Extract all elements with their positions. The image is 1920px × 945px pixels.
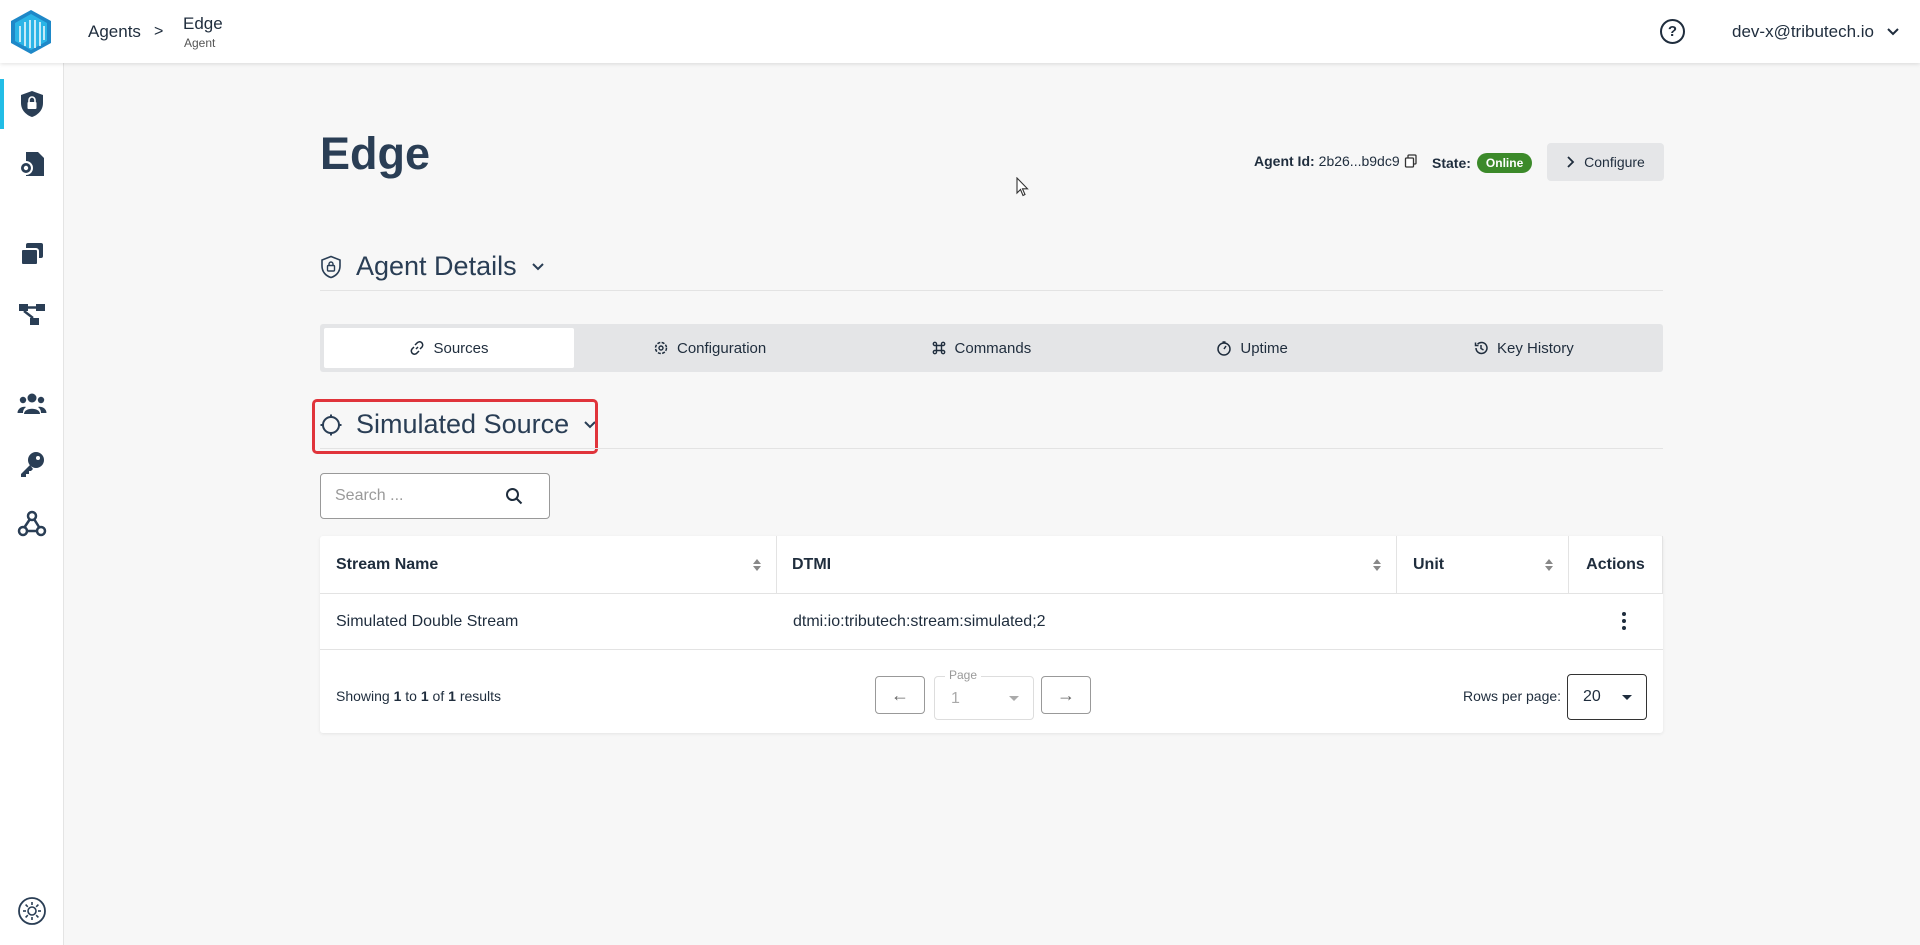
- chevron-down-icon: [531, 262, 544, 270]
- sidebar-item-documents[interactable]: [0, 139, 64, 189]
- column-label: Actions: [1586, 555, 1645, 573]
- sort-icon[interactable]: [752, 558, 762, 572]
- tab-label: Configuration: [677, 339, 767, 357]
- top-bar: Agents > Edge Agent ? dev-x@tributech.io: [0, 0, 1920, 63]
- column-label: Stream Name: [336, 555, 439, 573]
- chevron-right-icon: [1567, 156, 1575, 168]
- breadcrumb-current-subtitle: Agent: [184, 36, 216, 50]
- status-badge: Online: [1476, 153, 1533, 173]
- breadcrumb-chevron-icon: >: [154, 23, 164, 40]
- sidebar-item-network[interactable]: [0, 289, 64, 339]
- agent-tabs: Sources Configuration Commands Uptime Ke…: [320, 324, 1663, 372]
- breadcrumb-agents[interactable]: Agents: [88, 22, 141, 42]
- agent-details-title: Agent Details: [356, 251, 517, 281]
- user-email: dev-x@tributech.io: [1732, 22, 1874, 41]
- cell-stream-name[interactable]: Simulated Double Stream: [336, 594, 518, 650]
- tab-uptime[interactable]: Uptime: [1117, 328, 1388, 368]
- tab-label: Commands: [954, 339, 1032, 357]
- users-icon: [17, 393, 47, 414]
- column-label: DTMI: [792, 555, 832, 573]
- page-select[interactable]: Page 1: [934, 668, 1034, 720]
- divider: [320, 290, 1663, 291]
- copy-icon[interactable]: [1404, 154, 1418, 168]
- configure-button[interactable]: Configure: [1547, 143, 1664, 181]
- sidebar: [0, 63, 64, 945]
- sort-icon[interactable]: [1372, 558, 1382, 572]
- search-box: [320, 473, 550, 519]
- command-icon: [932, 341, 945, 355]
- network-nodes-icon: [19, 304, 45, 325]
- rows-per-page-value: 20: [1583, 688, 1601, 705]
- agent-state: State: Online: [1432, 153, 1533, 173]
- agent-id: Agent Id: 2b26...b9dc9: [1254, 153, 1418, 169]
- theme-toggle-icon: [18, 897, 46, 925]
- gear-icon: [654, 341, 668, 355]
- tab-commands[interactable]: Commands: [845, 328, 1116, 368]
- highlight-box: [312, 399, 598, 454]
- stack-cards-icon: [20, 243, 43, 266]
- column-label: Unit: [1413, 555, 1445, 573]
- sidebar-item-keys[interactable]: [0, 439, 64, 489]
- agent-id-value: 2b26...b9dc9: [1318, 153, 1400, 169]
- page-select-label: Page: [945, 668, 982, 682]
- shield-lock-icon: [21, 91, 43, 117]
- help-icon[interactable]: ?: [1660, 19, 1685, 44]
- divider: [320, 448, 1663, 449]
- link-icon: [411, 341, 424, 355]
- rows-per-page-select[interactable]: 20: [1567, 674, 1647, 720]
- column-header-unit[interactable]: Unit: [1397, 536, 1569, 593]
- mouse-cursor-icon: [1016, 177, 1029, 197]
- agent-id-label: Agent Id:: [1254, 153, 1315, 169]
- page-title: Edge: [320, 128, 431, 179]
- tab-label: Uptime: [1240, 339, 1288, 357]
- sidebar-item-stacks[interactable]: [0, 229, 64, 279]
- agent-details-header[interactable]: Agent Details: [320, 251, 545, 282]
- caret-down-icon: [1622, 695, 1632, 700]
- history-icon: [1474, 341, 1488, 355]
- column-header-actions: Actions: [1569, 536, 1663, 593]
- timer-icon: [1217, 341, 1232, 356]
- sidebar-item-agents[interactable]: [0, 79, 64, 129]
- webhook-icon: [17, 510, 47, 537]
- caret-down-icon: [1009, 696, 1019, 701]
- prev-page-button[interactable]: ←: [875, 676, 925, 714]
- sidebar-item-users[interactable]: [0, 379, 64, 429]
- tab-sources[interactable]: Sources: [324, 328, 574, 368]
- page-select-value: 1: [951, 690, 960, 707]
- chevron-down-icon: [1887, 28, 1899, 36]
- column-header-stream-name[interactable]: Stream Name: [320, 536, 777, 593]
- breadcrumb-current: Edge: [183, 14, 223, 33]
- shield-lock-outline-icon: [321, 255, 341, 278]
- tab-key-history[interactable]: Key History: [1388, 328, 1659, 368]
- user-menu[interactable]: dev-x@tributech.io: [1732, 22, 1900, 42]
- tab-label: Sources: [433, 339, 489, 357]
- sidebar-item-theme[interactable]: [0, 886, 64, 936]
- search-input[interactable]: [335, 487, 505, 505]
- sort-icon[interactable]: [1544, 558, 1554, 572]
- state-label: State:: [1432, 155, 1471, 171]
- app-logo[interactable]: [8, 8, 54, 56]
- search-icon[interactable]: [505, 487, 523, 505]
- sidebar-item-webhooks[interactable]: [0, 499, 64, 549]
- document-gear-icon: [19, 152, 44, 176]
- column-header-dtmi[interactable]: DTMI: [777, 536, 1397, 593]
- cell-dtmi: dtmi:io:tributech:stream:simulated;2: [793, 613, 1046, 630]
- tab-label: Key History: [1497, 339, 1574, 357]
- tab-configuration[interactable]: Configuration: [574, 328, 845, 368]
- streams-table: Stream Name DTMI Unit Actions Simulated …: [320, 536, 1663, 733]
- next-page-button[interactable]: →: [1041, 676, 1091, 714]
- rows-per-page-label: Rows per page:: [1463, 688, 1562, 704]
- configure-label: Configure: [1584, 154, 1645, 170]
- row-actions-menu-icon[interactable]: [1609, 606, 1639, 636]
- divider: [320, 649, 1663, 650]
- key-icon: [21, 452, 44, 477]
- results-summary: Showing 1 to 1 of 1 results: [336, 688, 502, 704]
